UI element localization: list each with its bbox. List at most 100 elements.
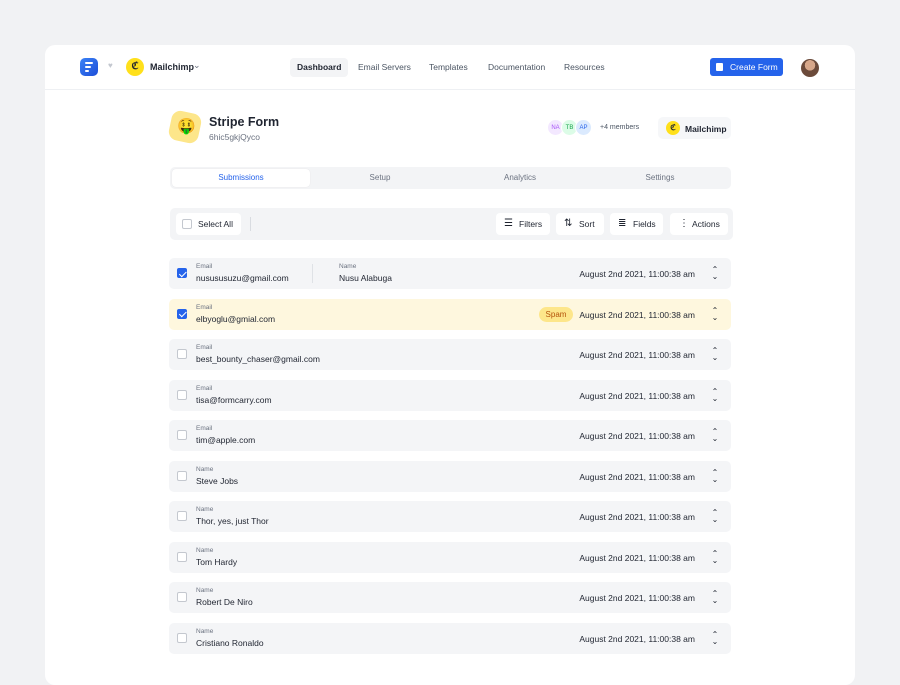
submission-date: August 2nd 2021, 11:00:38 am [579,431,695,441]
submission-row[interactable]: Name Robert De Niro August 2nd 2021, 11:00… [169,582,731,613]
fields-button[interactable]: ≣ Fields [610,213,663,235]
submission-date: August 2nd 2021, 11:00:38 am [579,390,695,401]
field-label: Name [339,263,357,270]
submission-date: August 2nd 2021, 11:00:38 am [579,471,695,482]
expand-icon[interactable]: ⌃ ⌄ [711,549,719,564]
field-value: Steve Jobs [196,475,239,486]
tab-submissions[interactable]: Submissions [172,169,310,187]
submission-row[interactable]: Email tisa@formcarry.com August 2nd 2021, … [169,379,731,411]
expand-icon[interactable]: ⌃ ⌄ [711,347,719,362]
select-all-button[interactable]: Select All [176,213,241,235]
actions-label: Actions [692,219,720,229]
tab-settings[interactable]: Settings [591,169,729,187]
field-label: Email [196,263,213,270]
select-all-label: Select All [198,219,233,229]
expand-icon[interactable]: ⌃ ⌄ [711,509,719,524]
row-checkbox[interactable] [177,592,187,602]
field-label: Email [196,344,213,351]
chevron-down-icon[interactable]: ⌄ [193,60,201,71]
members-count[interactable]: +4 members [600,124,639,131]
submission-date: August 2nd 2021, 11:00:38 am [579,633,695,644]
expand-icon[interactable]: ⌃ ⌄ [711,630,719,645]
row-checkbox[interactable] [177,632,187,643]
field-value: nusususuzu@gmail.com [196,273,289,283]
submissions-toolbar: Select All ☰ Filters ⇅ Sort ≣ Fields ⋮ A… [170,208,733,240]
submission-date: August 2nd 2021, 11:00:38 am [579,593,695,603]
expand-icon[interactable]: ⌃ ⌄ [711,590,719,605]
mailchimp-icon: ℭ [666,121,680,135]
field-value: Nusu Alabuga [339,273,392,283]
submission-row[interactable]: Name Tom Hardy August 2nd 2021, 11:00:38 a… [169,541,731,573]
row-checkbox[interactable] [177,349,187,359]
integration-chip[interactable]: ℭ Mailchimp [658,117,731,139]
submission-date: August 2nd 2021, 11:00:38 am [579,309,695,320]
form-title: Stripe Form [209,115,280,129]
row-checkbox[interactable] [177,308,187,319]
filters-button[interactable]: ☰ Filters [496,213,550,235]
toolbar-divider [250,217,251,231]
submission-row[interactable]: Name Cristiano Ronaldo August 2nd 2021, 11… [169,622,731,654]
expand-icon[interactable]: ⌃ ⌄ [711,428,719,443]
nav-email-servers[interactable]: Email Servers [358,58,411,77]
row-checkbox[interactable] [177,511,187,521]
create-form-button[interactable]: Create Form [710,58,783,76]
form-icon [716,63,723,71]
field-value: Cristiano Ronaldo [196,637,264,648]
field-label: Name [196,506,214,513]
app-logo-icon[interactable] [80,58,98,76]
submission-date: August 2nd 2021, 11:00:38 am [579,512,695,522]
submission-row[interactable]: Email nusususuzu@gmail.com Name Nusu Alabug… [169,258,731,289]
integration-label: Mailchimp [685,124,727,134]
row-checkbox[interactable] [177,389,187,400]
tab-bar: Submissions Setup Analytics Settings [170,167,731,189]
field-label: Email [196,425,213,432]
nav-resources[interactable]: Resources [564,58,605,77]
user-avatar[interactable] [801,59,819,77]
submission-row[interactable]: Email elbyoglu@gmial.com Spam August 2nd 20… [169,298,731,330]
submission-date: August 2nd 2021, 11:00:38 am [579,350,695,360]
field-label: Name [196,546,214,554]
expand-icon[interactable]: ⌃ ⌄ [711,266,719,281]
field-value: tisa@formcarry.com [196,394,272,405]
row-checkbox[interactable] [177,470,187,481]
field-label: Name [196,627,214,635]
filter-icon: ☰ [504,218,513,229]
spam-badge: Spam [539,306,573,322]
expand-icon[interactable]: ⌃ ⌄ [711,306,719,321]
actions-button[interactable]: ⋮ Actions [670,213,728,235]
list-icon: ≣ [618,218,627,229]
field-value: best_bounty_chaser@gmail.com [196,354,320,364]
select-all-checkbox[interactable] [182,219,192,229]
field-value: Robert De Niro [196,597,253,607]
row-checkbox[interactable] [177,551,187,562]
sort-icon: ⇅ [564,218,573,229]
sort-button[interactable]: ⇅ Sort [556,213,604,235]
fields-label: Fields [633,219,656,229]
nav-templates[interactable]: Templates [429,58,468,77]
heart-icon: ♥ [108,61,113,70]
nav-documentation[interactable]: Documentation [488,58,545,77]
field-label: Name [196,587,214,594]
expand-icon[interactable]: ⌃ ⌄ [711,387,719,402]
more-vertical-icon: ⋮ [679,218,689,229]
money-face-icon: 🤑 [177,118,196,135]
row-checkbox[interactable] [177,430,187,440]
submission-row[interactable]: Name Thor, yes, just Thor August 2nd 2021,… [169,501,731,532]
create-form-label: Create Form [730,62,778,72]
submission-row[interactable]: Name Steve Jobs August 2nd 2021, 11:00:38 … [169,460,731,492]
tab-analytics[interactable]: Analytics [451,169,589,187]
workspace-name[interactable]: Mailchimp [150,62,194,72]
tab-setup[interactable]: Setup [311,169,449,187]
field-label: Email [196,303,213,311]
submission-row[interactable]: Email tim@apple.com August 2nd 2021, 11:00… [169,420,731,451]
mailchimp-icon: ℭ [126,58,144,76]
expand-icon[interactable]: ⌃ ⌄ [711,468,719,483]
nav-dashboard[interactable]: Dashboard [290,58,349,77]
field-label: Name [196,465,214,473]
row-checkbox[interactable] [177,268,187,278]
filters-label: Filters [519,219,543,229]
form-id: 6hic5gkjQyco [209,132,261,142]
submission-row[interactable]: Email best_bounty_chaser@gmail.com August … [169,339,731,370]
main-card: ♥ ℭ Mailchimp ⌄ Dashboard Email Servers … [45,45,855,685]
member-avatar[interactable]: AP [575,119,592,136]
